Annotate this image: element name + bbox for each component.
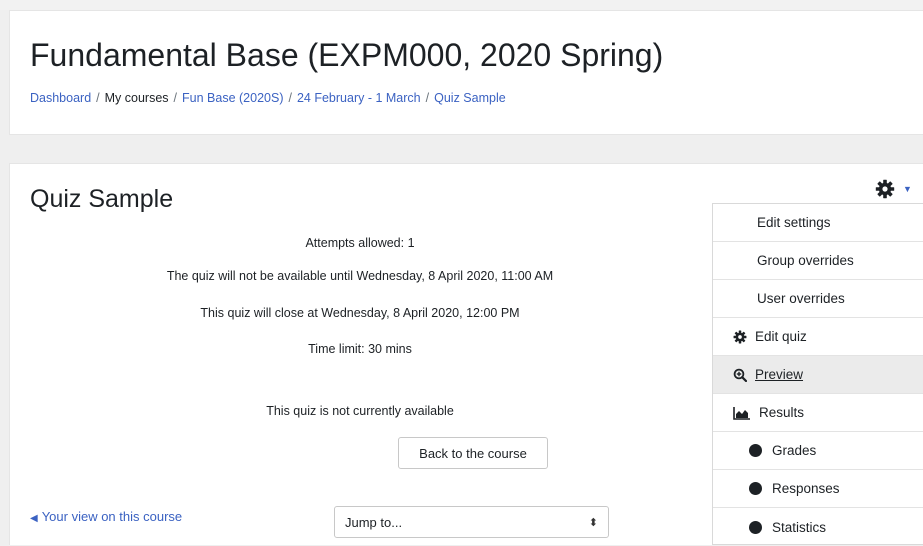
breadcrumb-course[interactable]: Fun Base (2020S) [182,91,283,105]
menu-item-grades[interactable]: Grades [713,432,923,470]
zoom-in-icon [733,368,748,382]
jump-to-select[interactable]: Jump to... ⬍ [334,506,609,538]
breadcrumb-dashboard[interactable]: Dashboard [30,91,91,105]
menu-item-results[interactable]: Results [713,394,923,432]
your-view-label: Your view on this course [41,509,183,524]
menu-item-preview[interactable]: Preview [713,356,923,394]
top-strip [0,0,923,10]
jump-to-value: Jump to... [345,514,403,530]
breadcrumb-separator: / [96,91,100,105]
breadcrumb-section[interactable]: 24 February - 1 March [297,91,421,105]
quiz-open-time: The quiz will not be available until Wed… [166,269,554,283]
time-limit: Time limit: 30 mins [308,342,412,356]
quiz-title: Quiz Sample [30,185,174,213]
page-header: Fundamental Base (EXPM000, 2020 Spring) … [9,10,923,135]
gear-icon [875,179,895,199]
menu-item-label: Results [759,405,805,420]
menu-item-label: User overrides [757,291,845,306]
caret-down-icon: ▼ [903,184,912,194]
menu-item-label: Preview [755,367,804,382]
breadcrumb-separator: / [425,91,430,105]
breadcrumb: Dashboard / My courses / Fun Base (2020S) / 24… [30,91,506,105]
quiz-admin-menu: Edit settings Group overrides User overr… [712,203,923,545]
left-triangle-icon: ◀ [30,513,38,524]
breadcrumb-quiz[interactable]: Quiz Sample [434,91,506,105]
area-chart-icon [733,406,751,420]
breadcrumb-separator: / [173,91,178,105]
menu-item-statistics[interactable]: Statistics [713,508,923,546]
menu-item-responses[interactable]: Responses [713,470,923,508]
breadcrumb-my-courses: My courses [104,91,169,105]
page-title: Fundamental Base (EXPM000, 2020 Spring) [30,37,664,73]
menu-item-label: Edit quiz [755,329,807,344]
quiz-close-time: This quiz will close at Wednesday, 8 Apr… [200,306,520,320]
menu-item-label: Responses [772,481,840,496]
menu-item-label: Edit settings [757,215,831,230]
bullet-icon [749,520,762,534]
bullet-icon [749,444,762,457]
bullet-icon [749,482,762,495]
availability-message: This quiz is not currently available [266,404,454,418]
select-arrows-icon: ⬍ [588,516,598,529]
menu-item-label: Grades [772,443,817,458]
attempts-allowed: Attempts allowed: 1 [305,236,415,250]
your-view-link[interactable]: ◀ Your view on this course [30,509,182,524]
gear-icon [733,330,747,344]
menu-item-user-overrides[interactable]: User overrides [713,280,923,318]
menu-item-edit-quiz[interactable]: Edit quiz [713,318,923,356]
back-to-course-button[interactable]: Back to the course [398,437,548,469]
menu-item-label: Group overrides [757,253,854,268]
breadcrumb-separator: / [288,91,292,105]
menu-item-group-overrides[interactable]: Group overrides [713,242,923,280]
quiz-admin-menu-toggle[interactable]: ▼ [875,176,923,202]
menu-item-edit-settings[interactable]: Edit settings [713,204,923,242]
menu-item-label: Statistics [772,519,827,535]
